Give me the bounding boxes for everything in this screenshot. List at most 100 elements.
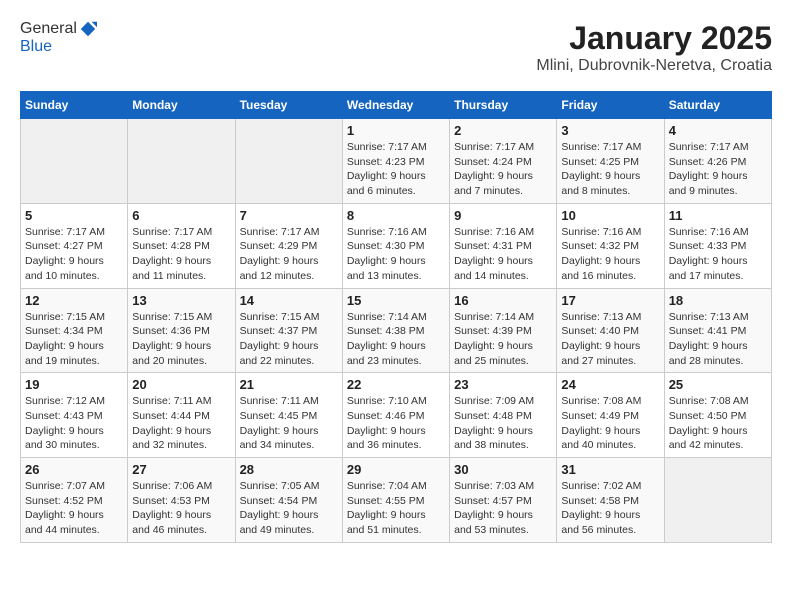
day-info: Sunrise: 7:17 AM Sunset: 4:28 PM Dayligh… — [132, 225, 230, 284]
day-number: 10 — [561, 208, 659, 223]
day-number: 25 — [669, 377, 767, 392]
day-info: Sunrise: 7:13 AM Sunset: 4:40 PM Dayligh… — [561, 310, 659, 369]
day-info: Sunrise: 7:17 AM Sunset: 4:26 PM Dayligh… — [669, 140, 767, 199]
day-cell: 28 Sunrise: 7:05 AM Sunset: 4:54 PM Dayli… — [235, 458, 342, 543]
day-cell: 5 Sunrise: 7:17 AM Sunset: 4:27 PM Daylig… — [21, 203, 128, 288]
day-cell: 4Sunrise: 7:17 AM Sunset: 4:26 PM Daylig… — [664, 119, 771, 204]
day-number: 29 — [347, 462, 445, 477]
day-cell: 31 Sunrise: 7:02 AM Sunset: 4:58 PM Dayli… — [557, 458, 664, 543]
day-cell: 22 Sunrise: 7:10 AM Sunset: 4:46 PM Dayli… — [342, 373, 449, 458]
day-number: 22 — [347, 377, 445, 392]
day-cell: 25Sunrise: 7:08 AM Sunset: 4:50 PM Dayli… — [664, 373, 771, 458]
day-cell: 14Sunrise: 7:15 AM Sunset: 4:37 PM Dayli… — [235, 288, 342, 373]
day-cell: 19 Sunrise: 7:12 AM Sunset: 4:43 PM Dayli… — [21, 373, 128, 458]
day-info: Sunrise: 7:10 AM Sunset: 4:46 PM Dayligh… — [347, 394, 445, 453]
day-cell: 10 Sunrise: 7:16 AM Sunset: 4:32 PM Dayli… — [557, 203, 664, 288]
day-info: Sunrise: 7:15 AM Sunset: 4:36 PM Dayligh… — [132, 310, 230, 369]
day-cell: 6 Sunrise: 7:17 AM Sunset: 4:28 PM Daylig… — [128, 203, 235, 288]
weekday-header-monday: Monday — [128, 92, 235, 119]
day-info: Sunrise: 7:13 AM Sunset: 4:41 PM Dayligh… — [669, 310, 767, 369]
day-info: Sunrise: 7:12 AM Sunset: 4:43 PM Dayligh… — [25, 394, 123, 453]
day-cell: 20 Sunrise: 7:11 AM Sunset: 4:44 PM Dayli… — [128, 373, 235, 458]
day-info: Sunrise: 7:17 AM Sunset: 4:23 PM Dayligh… — [347, 140, 445, 199]
day-number: 3 — [561, 123, 659, 138]
logo-blue-text: Blue — [20, 38, 97, 56]
day-number: 31 — [561, 462, 659, 477]
day-number: 27 — [132, 462, 230, 477]
day-info: Sunrise: 7:15 AM Sunset: 4:34 PM Dayligh… — [25, 310, 123, 369]
week-row-2: 5 Sunrise: 7:17 AM Sunset: 4:27 PM Daylig… — [21, 203, 772, 288]
day-number: 14 — [240, 293, 338, 308]
day-number: 5 — [25, 208, 123, 223]
day-cell: 21Sunrise: 7:11 AM Sunset: 4:45 PM Dayli… — [235, 373, 342, 458]
day-cell: 18Sunrise: 7:13 AM Sunset: 4:41 PM Dayli… — [664, 288, 771, 373]
day-info: Sunrise: 7:17 AM Sunset: 4:24 PM Dayligh… — [454, 140, 552, 199]
day-cell: 12 Sunrise: 7:15 AM Sunset: 4:34 PM Dayli… — [21, 288, 128, 373]
day-cell — [235, 119, 342, 204]
day-info: Sunrise: 7:03 AM Sunset: 4:57 PM Dayligh… — [454, 479, 552, 538]
day-number: 21 — [240, 377, 338, 392]
title-block: January 2025 Mlini, Dubrovnik-Neretva, C… — [536, 20, 772, 75]
day-info: Sunrise: 7:04 AM Sunset: 4:55 PM Dayligh… — [347, 479, 445, 538]
day-cell — [128, 119, 235, 204]
week-row-5: 26Sunrise: 7:07 AM Sunset: 4:52 PM Dayli… — [21, 458, 772, 543]
day-number: 28 — [240, 462, 338, 477]
day-number: 6 — [132, 208, 230, 223]
day-cell: 17 Sunrise: 7:13 AM Sunset: 4:40 PM Dayli… — [557, 288, 664, 373]
day-info: Sunrise: 7:14 AM Sunset: 4:38 PM Dayligh… — [347, 310, 445, 369]
day-cell: 27 Sunrise: 7:06 AM Sunset: 4:53 PM Dayli… — [128, 458, 235, 543]
calendar-body: 1 Sunrise: 7:17 AM Sunset: 4:23 PM Daylig… — [21, 119, 772, 543]
week-row-1: 1 Sunrise: 7:17 AM Sunset: 4:23 PM Daylig… — [21, 119, 772, 204]
day-number: 9 — [454, 208, 552, 223]
day-info: Sunrise: 7:17 AM Sunset: 4:29 PM Dayligh… — [240, 225, 338, 284]
weekday-header-row: SundayMondayTuesdayWednesdayThursdayFrid… — [21, 92, 772, 119]
weekday-header-sunday: Sunday — [21, 92, 128, 119]
logo-general-text: General — [20, 20, 77, 38]
weekday-header-wednesday: Wednesday — [342, 92, 449, 119]
day-number: 17 — [561, 293, 659, 308]
day-info: Sunrise: 7:07 AM Sunset: 4:52 PM Dayligh… — [25, 479, 123, 538]
logo: General Blue — [20, 20, 97, 56]
day-info: Sunrise: 7:17 AM Sunset: 4:27 PM Dayligh… — [25, 225, 123, 284]
page-header: General Blue January 2025 Mlini, Dubrovn… — [20, 20, 772, 75]
day-cell: 23Sunrise: 7:09 AM Sunset: 4:48 PM Dayli… — [450, 373, 557, 458]
day-info: Sunrise: 7:02 AM Sunset: 4:58 PM Dayligh… — [561, 479, 659, 538]
day-info: Sunrise: 7:05 AM Sunset: 4:54 PM Dayligh… — [240, 479, 338, 538]
day-cell: 11Sunrise: 7:16 AM Sunset: 4:33 PM Dayli… — [664, 203, 771, 288]
day-number: 20 — [132, 377, 230, 392]
day-cell: 7Sunrise: 7:17 AM Sunset: 4:29 PM Daylig… — [235, 203, 342, 288]
day-info: Sunrise: 7:11 AM Sunset: 4:44 PM Dayligh… — [132, 394, 230, 453]
day-info: Sunrise: 7:08 AM Sunset: 4:49 PM Dayligh… — [561, 394, 659, 453]
day-cell: 26Sunrise: 7:07 AM Sunset: 4:52 PM Dayli… — [21, 458, 128, 543]
day-cell: 2 Sunrise: 7:17 AM Sunset: 4:24 PM Daylig… — [450, 119, 557, 204]
day-number: 30 — [454, 462, 552, 477]
day-info: Sunrise: 7:14 AM Sunset: 4:39 PM Dayligh… — [454, 310, 552, 369]
weekday-header-friday: Friday — [557, 92, 664, 119]
weekday-header-thursday: Thursday — [450, 92, 557, 119]
day-cell — [21, 119, 128, 204]
day-number: 12 — [25, 293, 123, 308]
week-row-3: 12 Sunrise: 7:15 AM Sunset: 4:34 PM Dayli… — [21, 288, 772, 373]
day-number: 8 — [347, 208, 445, 223]
day-number: 19 — [25, 377, 123, 392]
day-cell: 13Sunrise: 7:15 AM Sunset: 4:36 PM Dayli… — [128, 288, 235, 373]
weekday-header-saturday: Saturday — [664, 92, 771, 119]
day-number: 2 — [454, 123, 552, 138]
calendar-header: SundayMondayTuesdayWednesdayThursdayFrid… — [21, 92, 772, 119]
calendar-table: SundayMondayTuesdayWednesdayThursdayFrid… — [20, 91, 772, 543]
day-cell: 8 Sunrise: 7:16 AM Sunset: 4:30 PM Daylig… — [342, 203, 449, 288]
day-number: 1 — [347, 123, 445, 138]
calendar-subtitle: Mlini, Dubrovnik-Neretva, Croatia — [536, 57, 772, 75]
day-info: Sunrise: 7:16 AM Sunset: 4:32 PM Dayligh… — [561, 225, 659, 284]
day-number: 16 — [454, 293, 552, 308]
day-cell: 24Sunrise: 7:08 AM Sunset: 4:49 PM Dayli… — [557, 373, 664, 458]
day-cell: 3Sunrise: 7:17 AM Sunset: 4:25 PM Daylig… — [557, 119, 664, 204]
day-info: Sunrise: 7:16 AM Sunset: 4:33 PM Dayligh… — [669, 225, 767, 284]
day-info: Sunrise: 7:06 AM Sunset: 4:53 PM Dayligh… — [132, 479, 230, 538]
day-info: Sunrise: 7:09 AM Sunset: 4:48 PM Dayligh… — [454, 394, 552, 453]
calendar-title: January 2025 — [536, 20, 772, 57]
day-info: Sunrise: 7:16 AM Sunset: 4:30 PM Dayligh… — [347, 225, 445, 284]
day-cell: 16 Sunrise: 7:14 AM Sunset: 4:39 PM Dayli… — [450, 288, 557, 373]
day-info: Sunrise: 7:16 AM Sunset: 4:31 PM Dayligh… — [454, 225, 552, 284]
logo-icon — [79, 20, 97, 38]
